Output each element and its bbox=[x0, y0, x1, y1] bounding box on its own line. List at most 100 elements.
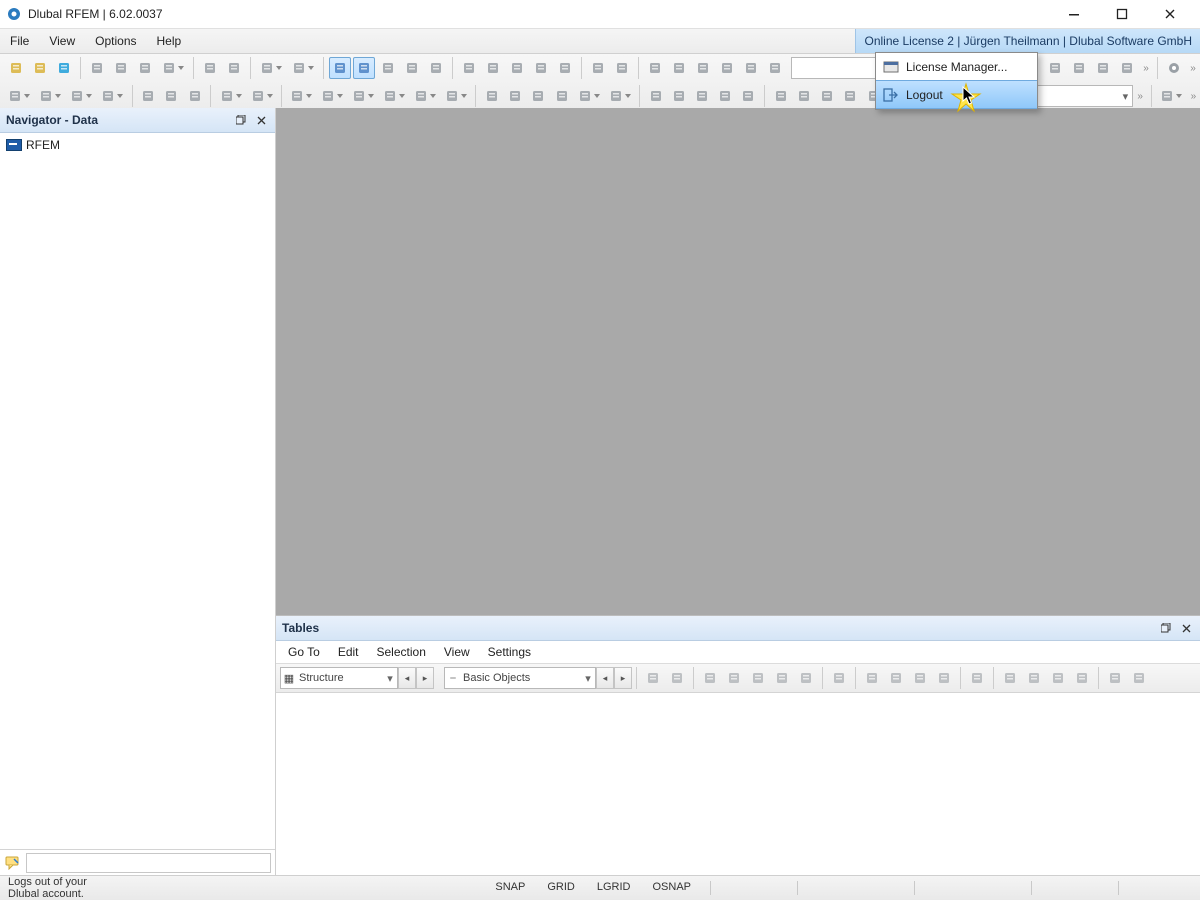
close-button[interactable] bbox=[1156, 4, 1184, 24]
tbl-arrow-in-icon[interactable] bbox=[909, 667, 931, 689]
load-line-icon[interactable] bbox=[505, 85, 526, 107]
tbl-fx3-icon[interactable] bbox=[1071, 667, 1093, 689]
tables-restore-icon[interactable] bbox=[1158, 621, 1174, 635]
load-node-icon[interactable] bbox=[481, 85, 502, 107]
tbl-arrow-out-icon[interactable] bbox=[933, 667, 955, 689]
result-d-icon[interactable] bbox=[840, 85, 861, 107]
status-snap[interactable]: SNAP bbox=[489, 881, 531, 895]
cloud-icon[interactable] bbox=[53, 57, 75, 79]
select-circle-icon[interactable] bbox=[530, 57, 552, 79]
tbl-blank-icon[interactable] bbox=[966, 667, 988, 689]
visibility-icon[interactable] bbox=[668, 57, 690, 79]
load-free-icon[interactable] bbox=[574, 85, 603, 107]
tables-combo-object[interactable]: ⎯ Basic Objects ▾ bbox=[444, 667, 596, 689]
tbl-grid1-icon[interactable] bbox=[699, 667, 721, 689]
tbl-fx2-icon[interactable] bbox=[1047, 667, 1069, 689]
menu-help[interactable]: Help bbox=[147, 29, 192, 53]
copy-icon[interactable] bbox=[86, 57, 108, 79]
comment-icon[interactable] bbox=[4, 854, 22, 872]
results-icon[interactable] bbox=[1044, 57, 1066, 79]
menu-options[interactable]: Options bbox=[85, 29, 146, 53]
maximize-button[interactable] bbox=[1108, 4, 1136, 24]
measure-icon[interactable] bbox=[716, 57, 738, 79]
hinge-icon[interactable] bbox=[318, 85, 347, 107]
list-icon[interactable] bbox=[458, 57, 480, 79]
tbl-abc-icon[interactable] bbox=[999, 667, 1021, 689]
select-lasso-icon[interactable] bbox=[506, 57, 528, 79]
open-icon[interactable] bbox=[29, 57, 51, 79]
navigator-restore-icon[interactable] bbox=[233, 113, 249, 127]
panel-left-icon[interactable] bbox=[329, 57, 351, 79]
tables-close-icon[interactable] bbox=[1178, 621, 1194, 635]
probe-icon[interactable] bbox=[1068, 57, 1090, 79]
navigator-search-input[interactable] bbox=[26, 853, 271, 873]
minimize-button[interactable] bbox=[1060, 4, 1088, 24]
toolbar-overflow-icon[interactable]: » bbox=[1139, 57, 1153, 79]
toolbar-overflow-2-icon[interactable]: » bbox=[1186, 57, 1200, 79]
release-icon[interactable] bbox=[349, 85, 378, 107]
export-icon[interactable] bbox=[1116, 57, 1138, 79]
load-solid-icon[interactable] bbox=[551, 85, 572, 107]
toolbar-row2-overflow-icon[interactable]: » bbox=[1133, 85, 1146, 107]
tbl-arrow-r-icon[interactable] bbox=[861, 667, 883, 689]
undo-icon[interactable] bbox=[256, 57, 286, 79]
panel-grid-icon[interactable] bbox=[353, 57, 375, 79]
paste-icon[interactable] bbox=[110, 57, 132, 79]
eye-icon[interactable] bbox=[692, 57, 714, 79]
license-strip[interactable]: Online License 2 | Jürgen Theilmann | Dl… bbox=[855, 29, 1200, 53]
arrow-right-icon[interactable] bbox=[740, 57, 762, 79]
viewport-canvas[interactable] bbox=[276, 108, 1200, 615]
tables-cat-prev[interactable]: ◂ bbox=[398, 667, 416, 689]
opening-icon[interactable] bbox=[184, 85, 205, 107]
tbl-arrow-l-icon[interactable] bbox=[885, 667, 907, 689]
load-wiz-icon[interactable] bbox=[605, 85, 634, 107]
tables-menu-selection[interactable]: Selection bbox=[369, 641, 434, 663]
doc1-icon[interactable] bbox=[199, 57, 221, 79]
line-icon[interactable] bbox=[36, 85, 65, 107]
script-icon[interactable] bbox=[425, 57, 447, 79]
tbl-print-icon[interactable] bbox=[1128, 667, 1150, 689]
tables-menu-settings[interactable]: Settings bbox=[480, 641, 539, 663]
tool-target-icon[interactable] bbox=[764, 57, 786, 79]
mesh-c-icon[interactable] bbox=[715, 85, 736, 107]
polyline-icon[interactable] bbox=[67, 85, 96, 107]
status-osnap[interactable]: OSNAP bbox=[646, 881, 697, 895]
tbl-grid2-icon[interactable] bbox=[723, 667, 745, 689]
tbl-grid4-icon[interactable] bbox=[771, 667, 793, 689]
select-rhombus-icon[interactable] bbox=[587, 57, 609, 79]
view-config-icon[interactable] bbox=[1157, 85, 1186, 107]
tbl-grid3-icon[interactable] bbox=[747, 667, 769, 689]
solid-icon[interactable] bbox=[161, 85, 182, 107]
tbl-grid5-icon[interactable] bbox=[795, 667, 817, 689]
select-rect-icon[interactable] bbox=[482, 57, 504, 79]
tables-obj-prev[interactable]: ◂ bbox=[596, 667, 614, 689]
mesh-a-icon[interactable] bbox=[668, 85, 689, 107]
mesh-b-icon[interactable] bbox=[691, 85, 712, 107]
tables-cat-next[interactable]: ▸ bbox=[416, 667, 434, 689]
support-icon[interactable] bbox=[287, 85, 316, 107]
tree-root-row[interactable]: RFEM bbox=[6, 137, 269, 153]
toolbar-row2-overflow-2-icon[interactable]: » bbox=[1187, 85, 1200, 107]
imperf-icon[interactable] bbox=[645, 85, 666, 107]
tbl-pick-icon[interactable] bbox=[642, 667, 664, 689]
redo-icon[interactable] bbox=[288, 57, 318, 79]
mass-icon[interactable] bbox=[411, 85, 440, 107]
tbl-fx-icon[interactable] bbox=[1023, 667, 1045, 689]
new-doc-icon[interactable] bbox=[5, 57, 27, 79]
navigator-close-icon[interactable] bbox=[253, 113, 269, 127]
surface-icon[interactable] bbox=[138, 85, 159, 107]
member-icon[interactable] bbox=[98, 85, 127, 107]
align-right-icon[interactable] bbox=[644, 57, 666, 79]
menu-item-logout[interactable]: Logout bbox=[876, 80, 1037, 109]
navigator-tree[interactable]: RFEM bbox=[0, 133, 275, 849]
tables-body[interactable] bbox=[276, 693, 1200, 876]
tbl-delete-icon[interactable] bbox=[828, 667, 850, 689]
tables-menu-view[interactable]: View bbox=[436, 641, 478, 663]
dimension-icon[interactable] bbox=[247, 85, 276, 107]
result-b-icon[interactable] bbox=[793, 85, 814, 107]
tbl-export-icon[interactable] bbox=[1104, 667, 1126, 689]
tables-menu-goto[interactable]: Go To bbox=[280, 641, 328, 663]
status-lgrid[interactable]: LGRID bbox=[591, 881, 637, 895]
menu-item-license-manager[interactable]: License Manager... bbox=[876, 53, 1037, 80]
loadcase-icon[interactable] bbox=[441, 85, 470, 107]
